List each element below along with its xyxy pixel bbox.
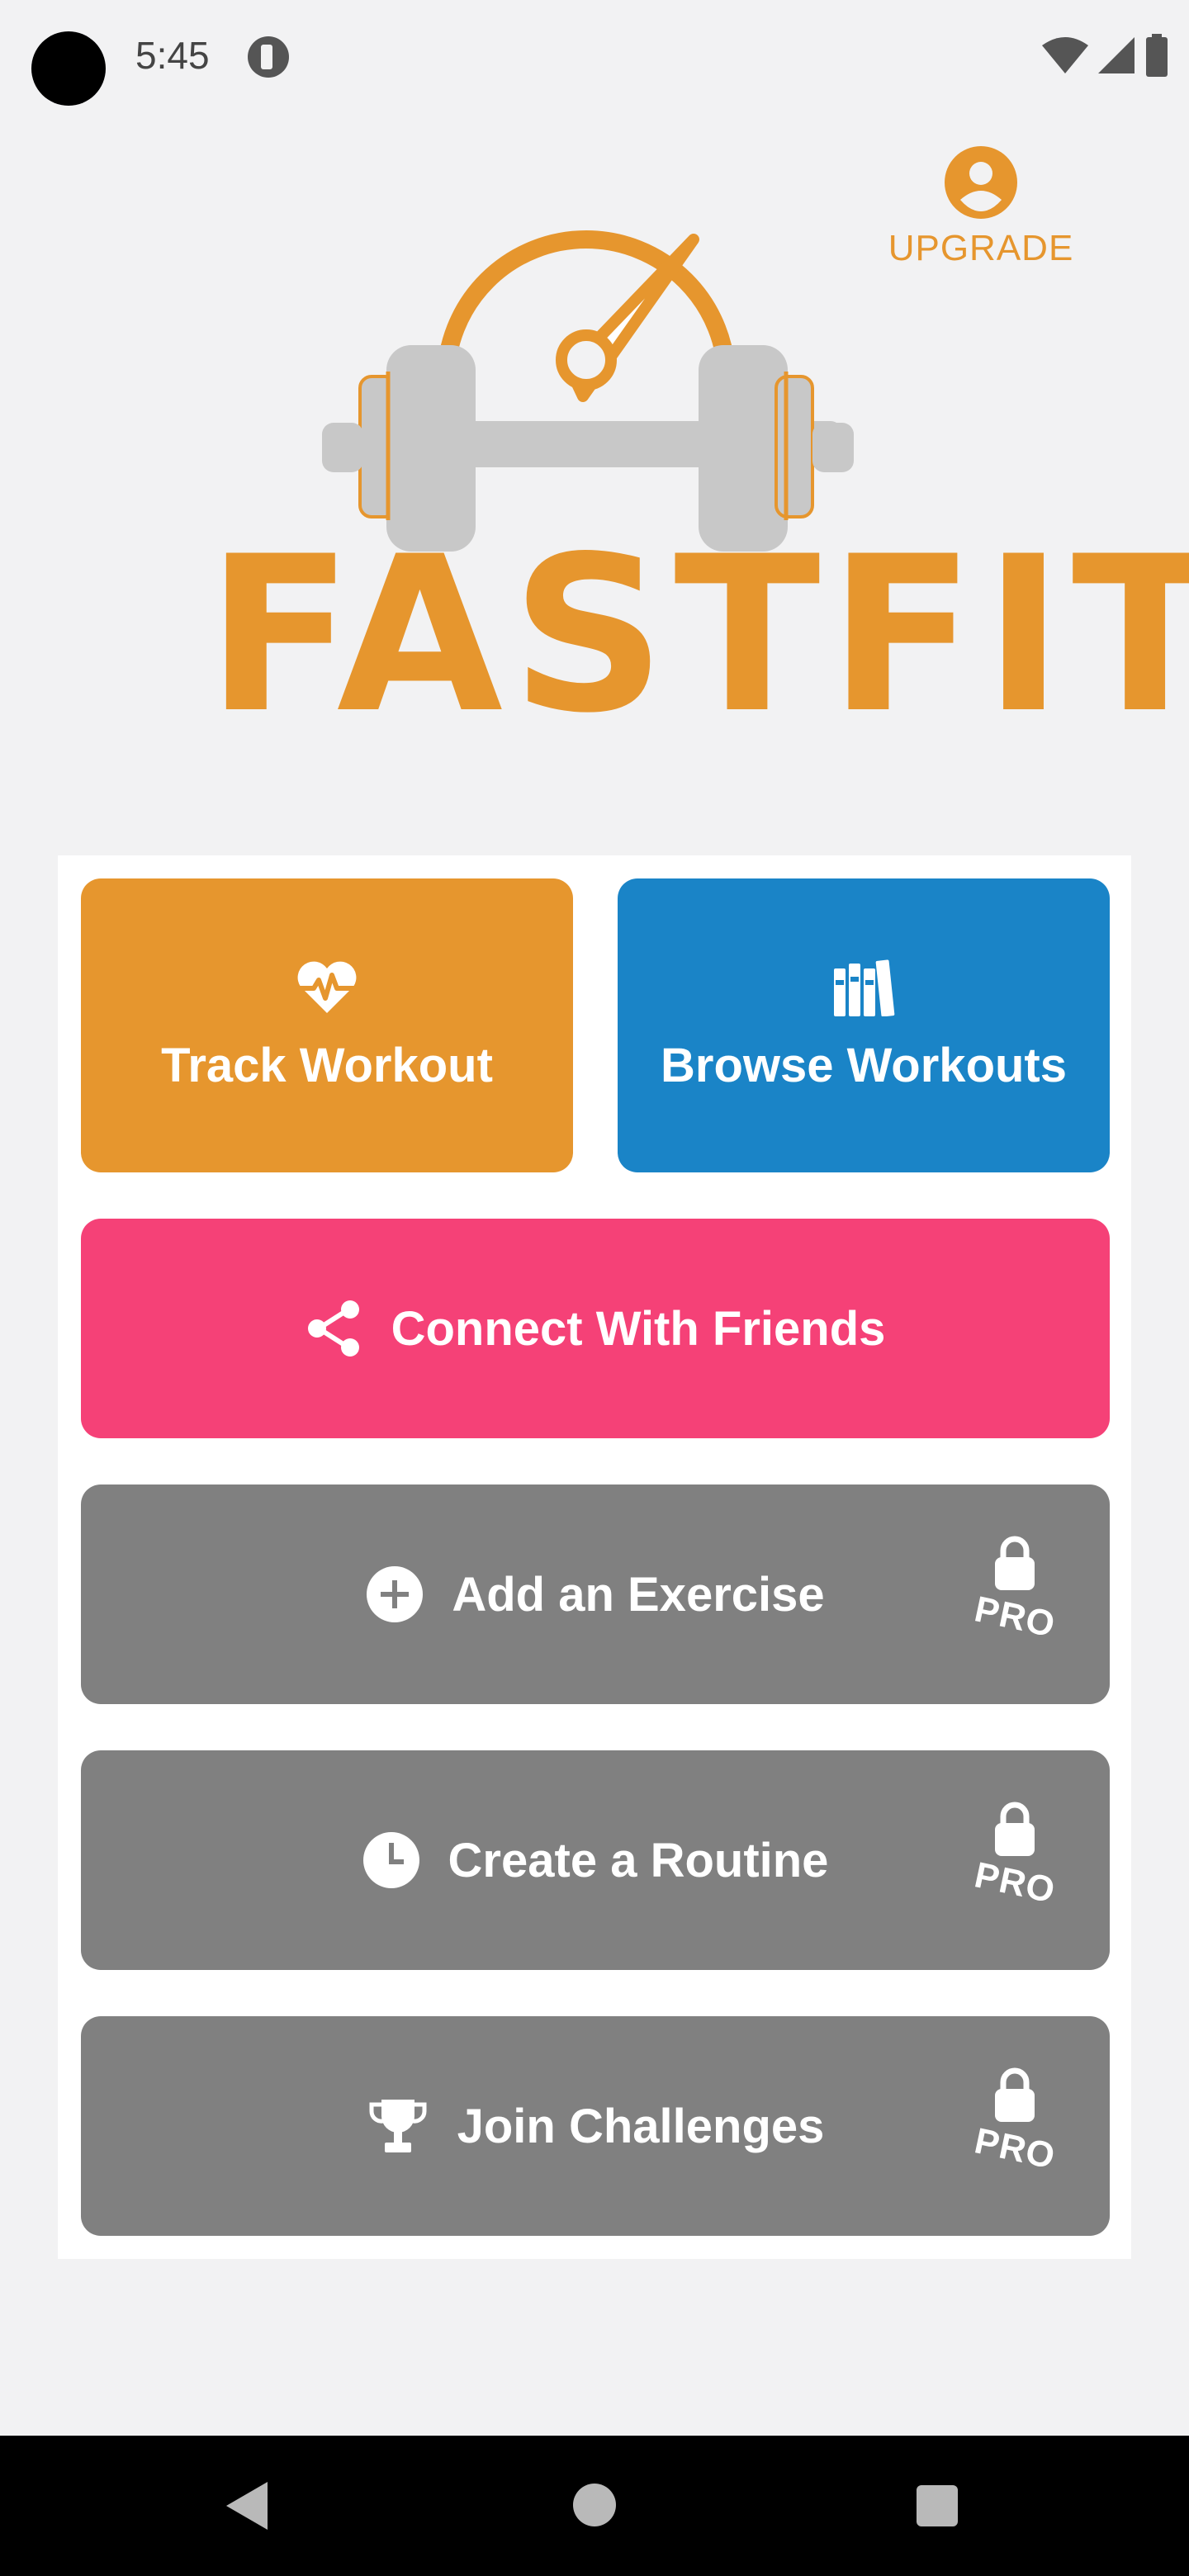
heart-pulse-icon: [294, 959, 360, 1016]
browse-workouts-button[interactable]: Browse Workouts: [618, 878, 1110, 1172]
pro-badge: PRO: [969, 1800, 1060, 1924]
status-time: 5:45: [135, 34, 210, 77]
lock-icon: [995, 1536, 1035, 1590]
signal-icon: [1098, 37, 1135, 73]
share-icon: [306, 1300, 363, 1357]
home-icon[interactable]: [573, 2484, 616, 2526]
books-icon: [831, 959, 897, 1016]
connect-friends-button[interactable]: Connect With Friends: [81, 1219, 1110, 1438]
logo-wordmark: FASTFIT: [206, 511, 1189, 760]
connect-friends-label: Connect With Friends: [391, 1301, 886, 1356]
pro-badge: PRO: [969, 1534, 1060, 1658]
trophy-icon: [367, 2095, 429, 2157]
lock-icon: [995, 2067, 1035, 2122]
create-routine-label: Create a Routine: [448, 1833, 829, 1887]
track-workout-label: Track Workout: [161, 1038, 493, 1092]
notification-icon: [248, 36, 289, 78]
pro-label: PRO: [970, 1854, 1059, 1911]
join-challenges-label: Join Challenges: [457, 2099, 825, 2153]
clock-icon: [362, 1831, 420, 1889]
account-circle-icon: [945, 146, 1017, 219]
join-challenges-button[interactable]: Join Challenges PRO: [81, 2016, 1110, 2236]
camera-cutout: [31, 31, 106, 106]
track-workout-button[interactable]: Track Workout: [81, 878, 573, 1172]
battery-icon: [1146, 34, 1168, 77]
browse-workouts-label: Browse Workouts: [660, 1038, 1067, 1092]
status-bar: 5:45: [0, 0, 1189, 116]
wifi-icon: [1042, 37, 1088, 73]
add-exercise-label: Add an Exercise: [452, 1567, 825, 1622]
lock-icon: [995, 1802, 1035, 1856]
dumbbell-speedometer-graphic: [322, 230, 854, 552]
menu-panel: Track Workout Browse Workouts Connect Wi…: [58, 855, 1131, 2259]
plus-circle-icon: [366, 1565, 424, 1623]
status-icons: [1042, 33, 1169, 78]
navigation-bar: [0, 2436, 1189, 2576]
app-logo: FASTFIT: [206, 215, 1189, 760]
recents-icon[interactable]: [917, 2485, 958, 2526]
add-exercise-button[interactable]: Add an Exercise PRO: [81, 1485, 1110, 1704]
pro-label: PRO: [970, 2120, 1059, 2177]
create-routine-button[interactable]: Create a Routine PRO: [81, 1750, 1110, 1970]
pro-label: PRO: [970, 1589, 1059, 1646]
back-icon[interactable]: [223, 2480, 269, 2531]
pro-badge: PRO: [969, 2066, 1060, 2190]
